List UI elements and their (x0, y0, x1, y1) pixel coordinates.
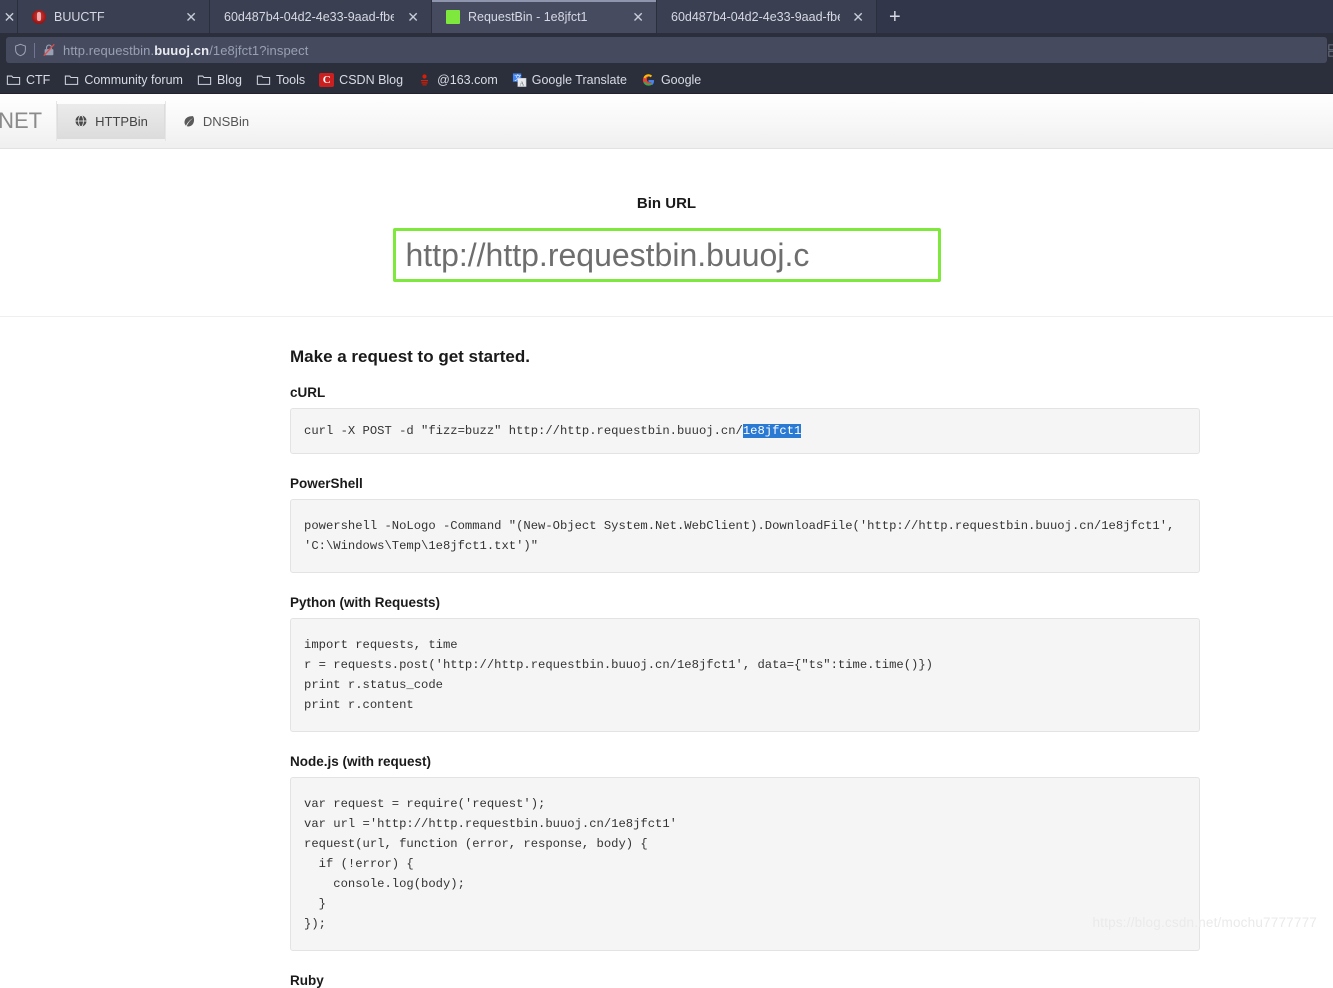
url-divider (34, 43, 35, 58)
url-bar-row: http.requestbin.buuoj.cn/1e8jfct1?inspec… (0, 33, 1333, 67)
globe-icon (74, 114, 88, 128)
section-title-python: Python (with Requests) (290, 595, 1200, 610)
bookmark-label: CTF (26, 73, 50, 87)
curl-code-before: curl -X POST -d "fizz=buzz" http://http.… (304, 424, 743, 438)
bookmark-163[interactable]: @163.com (417, 73, 498, 87)
bookmark-google[interactable]: Google (641, 73, 701, 87)
nav-item-dnsbin[interactable]: DNSBin (166, 104, 265, 139)
bookmark-ctf[interactable]: CTF (6, 73, 50, 87)
bin-url-input[interactable] (393, 228, 941, 282)
netease-icon (417, 73, 432, 87)
tab-title: 60d487b4-04d2-4e33-9aad-fbe0 (224, 10, 394, 24)
main-content: Make a request to get started. cURL curl… (290, 317, 1200, 988)
browser-tab-uuid-1[interactable]: 60d487b4-04d2-4e33-9aad-fbe0 ✕ (210, 0, 432, 33)
insecure-lock-icon[interactable] (42, 43, 56, 57)
site-header: .NET HTTPBin DNSBin (0, 94, 1333, 149)
folder-icon (256, 73, 271, 87)
tab-strip: ✕ BUUCTF ✕ 60d487b4-04d2-4e33-9aad-fbe0 … (0, 0, 1333, 33)
page-actions-icon[interactable] (1328, 44, 1333, 57)
section-title-powershell: PowerShell (290, 476, 1200, 491)
bookmark-google-translate[interactable]: 文 A Google Translate (512, 73, 627, 87)
svg-text:A: A (519, 80, 524, 87)
code-block-powershell[interactable]: powershell -NoLogo -Command "(New-Object… (290, 499, 1200, 573)
green-square-icon (446, 10, 460, 24)
watermark: https://blog.csdn.net/mochu7777777 (1093, 915, 1317, 930)
section-title-curl: cURL (290, 385, 1200, 400)
tab-edge-marker: ✕ (0, 8, 19, 26)
folder-icon (64, 73, 79, 87)
bookmarks-bar: CTF Community forum Blog Tools C CSDN Bl… (0, 67, 1333, 94)
bookmark-community-forum[interactable]: Community forum (64, 73, 183, 87)
code-block-nodejs[interactable]: var request = require('request'); var ur… (290, 777, 1200, 951)
browser-tab-requestbin[interactable]: RequestBin - 1e8jfct1 ✕ (432, 0, 657, 33)
code-block-curl[interactable]: curl -X POST -d "fizz=buzz" http://http.… (290, 408, 1200, 454)
nav-label: HTTPBin (95, 114, 148, 129)
bookmark-label: @163.com (437, 73, 498, 87)
tab-scroll-left[interactable]: ✕ (0, 0, 18, 33)
bin-url-label: Bin URL (0, 195, 1333, 212)
url-domain: buuoj.cn (154, 43, 209, 58)
url-input[interactable]: http.requestbin.buuoj.cn/1e8jfct1?inspec… (6, 37, 1327, 63)
tab-close-button[interactable]: ✕ (403, 8, 423, 26)
nav-item-httpbin[interactable]: HTTPBin (57, 104, 165, 139)
url-prefix: http.requestbin. (63, 43, 154, 58)
bookmark-label: Tools (276, 73, 305, 87)
tab-title: BUUCTF (54, 10, 105, 24)
bookmark-csdn-blog[interactable]: C CSDN Blog (319, 73, 403, 87)
url-text: http.requestbin.buuoj.cn/1e8jfct1?inspec… (63, 43, 308, 58)
tab-title: 60d487b4-04d2-4e33-9aad-fbe0 (671, 10, 840, 24)
tab-close-button[interactable]: ✕ (628, 8, 648, 26)
browser-chrome: ✕ BUUCTF ✕ 60d487b4-04d2-4e33-9aad-fbe0 … (0, 0, 1333, 94)
curl-code-selected: 1e8jfct1 (743, 424, 802, 438)
leaf-icon (182, 114, 196, 128)
folder-icon (6, 73, 21, 87)
url-path: /1e8jfct1?inspect (209, 43, 308, 58)
code-block-python[interactable]: import requests, time r = requests.post(… (290, 618, 1200, 732)
google-icon (641, 73, 656, 87)
section-title-nodejs: Node.js (with request) (290, 754, 1200, 769)
browser-tab-uuid-2[interactable]: 60d487b4-04d2-4e33-9aad-fbe0 ✕ (657, 0, 877, 33)
google-translate-icon: 文 A (512, 73, 527, 87)
buuctf-red-icon (32, 10, 46, 24)
page-content: .NET HTTPBin DNSBin Bin URL Make a reque… (0, 94, 1333, 948)
tab-title: RequestBin - 1e8jfct1 (468, 10, 588, 24)
bookmark-label: Blog (217, 73, 242, 87)
csdn-icon: C (319, 73, 334, 87)
browser-tab-buuctf[interactable]: BUUCTF ✕ (18, 0, 210, 33)
folder-icon (197, 73, 212, 87)
page-title: Make a request to get started. (290, 347, 1200, 367)
bookmark-tools[interactable]: Tools (256, 73, 305, 87)
bookmark-blog[interactable]: Blog (197, 73, 242, 87)
shield-icon[interactable] (14, 43, 27, 57)
bookmark-label: CSDN Blog (339, 73, 403, 87)
nav-label: DNSBin (203, 114, 249, 129)
bookmark-label: Google Translate (532, 73, 627, 87)
tab-close-button[interactable]: ✕ (848, 8, 868, 26)
bookmark-label: Community forum (84, 73, 183, 87)
tab-close-button[interactable]: ✕ (181, 8, 201, 26)
site-brand[interactable]: .NET (0, 108, 56, 134)
new-tab-button[interactable]: + (877, 0, 913, 33)
section-title-ruby: Ruby (290, 973, 1200, 988)
bin-url-section: Bin URL (0, 149, 1333, 282)
bookmark-label: Google (661, 73, 701, 87)
